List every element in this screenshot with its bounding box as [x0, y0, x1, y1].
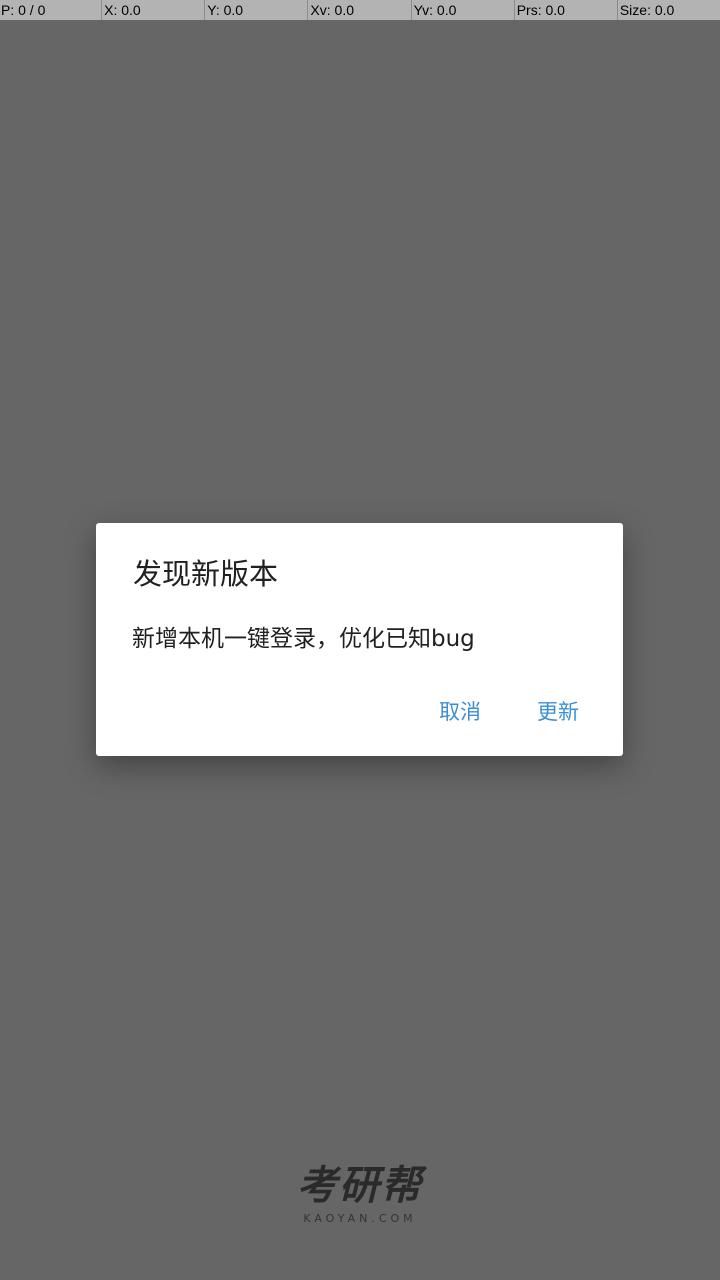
dialog-title: 发现新版本: [133, 557, 279, 591]
logo-wordmark: 考研帮: [297, 1163, 423, 1209]
debug-x: X: 0.0: [101, 0, 204, 20]
update-button[interactable]: 更新: [537, 696, 579, 726]
app-logo: 考研帮 KAOYAN.COM: [0, 1162, 720, 1225]
pointer-location-debug-bar: P: 0 / 0 X: 0.0 Y: 0.0 Xv: 0.0 Yv: 0.0 P…: [0, 0, 720, 20]
cancel-button[interactable]: 取消: [439, 696, 481, 726]
dialog-message: 新增本机一键登录，优化已知bug: [132, 626, 475, 652]
dialog-actions: 取消 更新: [439, 696, 579, 726]
debug-pointer-count: P: 0 / 0: [1, 2, 46, 18]
debug-y: Y: 0.0: [204, 0, 307, 20]
debug-x-velocity: Xv: 0.0: [307, 0, 410, 20]
debug-y-velocity: Yv: 0.0: [410, 0, 514, 20]
debug-pressure: Prs: 0.0: [513, 0, 617, 20]
logo-domain: KAOYAN.COM: [303, 1212, 417, 1225]
debug-size: Size: 0.0: [616, 0, 720, 20]
update-dialog: 发现新版本 新增本机一键登录，优化已知bug 取消 更新: [96, 523, 623, 756]
